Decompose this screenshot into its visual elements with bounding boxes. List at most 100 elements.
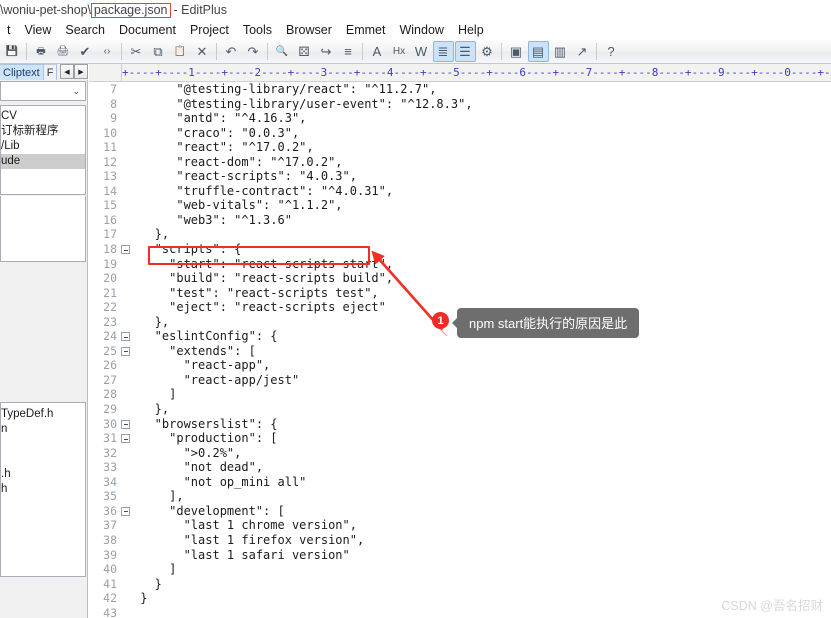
external-browser-icon[interactable]: ↗ <box>572 41 593 62</box>
code-line[interactable]: "test": "react-scripts test", <box>131 286 831 301</box>
tab-scroll-right-icon[interactable]: ▶ <box>74 64 88 79</box>
menu-item-window[interactable]: Window <box>392 22 450 39</box>
code-line[interactable]: }, <box>131 402 831 417</box>
code-line[interactable]: "browserslist": { <box>131 417 831 432</box>
gutter-line: 7 <box>89 82 131 97</box>
fold-toggle-icon[interactable] <box>121 346 130 356</box>
settings-gear-icon[interactable]: ⚙ <box>477 41 498 62</box>
toolbar-separator <box>26 43 27 60</box>
code-line[interactable]: "react-scripts": "4.0.3", <box>131 169 831 184</box>
menu-item-help[interactable]: Help <box>451 22 491 39</box>
gutter-line: 18 <box>89 242 131 257</box>
fold-toggle-icon[interactable] <box>121 506 130 516</box>
indent-icon[interactable]: ≣ <box>432 41 454 62</box>
code-line[interactable]: "react-app", <box>131 358 831 373</box>
list-item[interactable]: .h <box>1 467 85 482</box>
cut-scissors-icon[interactable]: ✂ <box>126 41 147 62</box>
fold-toggle-icon[interactable] <box>121 434 130 444</box>
code-line[interactable]: ], <box>131 489 831 504</box>
code-line[interactable]: "antd": "^4.16.3", <box>131 111 831 126</box>
line-number: 34 <box>103 474 117 489</box>
code-line[interactable]: "craco": "0.0.3", <box>131 126 831 141</box>
code-line[interactable]: "@testing-library/user-event": "^12.8.3"… <box>131 97 831 112</box>
add-bookmark-icon[interactable]: ≡ <box>338 41 359 62</box>
fold-toggle-icon[interactable] <box>121 245 130 255</box>
print-icon[interactable]: 🖨 <box>53 41 74 62</box>
cliptext-list[interactable]: CV 订标新程序/Lib ude <box>0 105 86 195</box>
code-line[interactable]: "build": "react-scripts build", <box>131 271 831 286</box>
list-item[interactable] <box>1 452 85 467</box>
list-item[interactable]: 订标新程序 <box>1 124 85 139</box>
menu-item-edit[interactable]: t <box>0 22 17 39</box>
code-line[interactable]: "extends": [ <box>131 344 831 359</box>
code-line[interactable]: "production": [ <box>131 431 831 446</box>
redo-icon[interactable]: ↷ <box>243 41 264 62</box>
menu-item-search[interactable]: Search <box>58 22 112 39</box>
code-line[interactable]: "last 1 chrome version", <box>131 518 831 533</box>
cliptext-category-select[interactable]: ⌄ <box>0 81 86 101</box>
copy-icon[interactable]: ⧉ <box>148 41 169 62</box>
list-item[interactable]: h <box>1 482 85 497</box>
find-magnifier-icon[interactable]: 🔍 <box>272 41 293 62</box>
code-line[interactable]: ">0.2%", <box>131 446 831 461</box>
code-line[interactable]: "web3": "^1.3.6" <box>131 213 831 228</box>
delete-x-icon[interactable]: ✕ <box>192 41 213 62</box>
spellcheck-icon[interactable]: ✔ <box>75 41 96 62</box>
list-item[interactable]: /Lib <box>1 139 85 154</box>
list-item[interactable] <box>1 437 85 452</box>
code-line[interactable]: }, <box>131 227 831 242</box>
menu-item-emmet[interactable]: Emmet <box>339 22 393 39</box>
fold-toggle-icon[interactable] <box>121 419 130 429</box>
code-line[interactable]: "react-app/jest" <box>131 373 831 388</box>
uppercase-icon[interactable]: A <box>367 41 388 62</box>
menu-item-view[interactable]: View <box>17 22 58 39</box>
code-line[interactable]: "react": "^17.0.2", <box>131 140 831 155</box>
context-help-icon[interactable]: ? <box>601 41 622 62</box>
cliptext-lower-panel[interactable]: TypeDef.h n .h h <box>0 402 86 577</box>
goto-line-icon[interactable]: ↪ <box>316 41 337 62</box>
code-line[interactable]: "web-vitals": "^1.1.2", <box>131 198 831 213</box>
menu-item-tools[interactable]: Tools <box>236 22 279 39</box>
code-line[interactable]: } <box>131 577 831 592</box>
menu-item-project[interactable]: Project <box>183 22 236 39</box>
code-editor[interactable]: 7 8 9 10 11 12 13 14 15 16 17 18 19 20 21 22 23 24 25 26 27 2… <box>89 82 831 618</box>
hex-icon[interactable]: Hx <box>389 41 410 62</box>
list-item[interactable]: TypeDef.h <box>1 407 85 422</box>
code-line[interactable]: "development": [ <box>131 504 831 519</box>
sidebar-tab-files[interactable]: F <box>43 64 58 80</box>
code-line[interactable]: "not op_mini all" <box>131 475 831 490</box>
code-line[interactable]: "last 1 safari version" <box>131 548 831 563</box>
code-line[interactable]: "@testing-library/react": "^11.2.7", <box>131 82 831 97</box>
toggle-left-panel-icon[interactable]: ▣ <box>506 41 527 62</box>
sidebar-tab-cliptext[interactable]: Cliptext <box>0 64 44 80</box>
undo-icon[interactable]: ↶ <box>221 41 242 62</box>
word-wrap-icon[interactable]: W <box>411 41 432 62</box>
line-number: 16 <box>103 212 117 227</box>
save-icon[interactable]: 💾 <box>2 41 23 62</box>
list-item[interactable]: ude <box>1 154 85 169</box>
code-text-area[interactable]: "@testing-library/react": "^11.2.7", "@t… <box>131 82 831 618</box>
code-line[interactable]: ] <box>131 387 831 402</box>
replace-icon[interactable]: ⚄ <box>294 41 315 62</box>
fold-toggle-icon[interactable] <box>121 332 130 342</box>
cliptext-list-overflow[interactable] <box>0 196 86 262</box>
list-item[interactable]: n <box>1 422 85 437</box>
menu-item-document[interactable]: Document <box>112 22 183 39</box>
code-line[interactable]: "react-dom": "^17.0.2", <box>131 155 831 170</box>
paste-clipboard-icon[interactable]: 📋 <box>170 41 191 62</box>
line-numbers-icon[interactable]: ☰ <box>454 41 476 62</box>
line-number-gutter[interactable]: 7 8 9 10 11 12 13 14 15 16 17 18 19 20 21 22 23 24 25 26 27 2… <box>89 82 131 618</box>
toggle-output-panel-icon[interactable]: ▤ <box>527 41 549 62</box>
tab-scroll-left-icon[interactable]: ◀ <box>60 64 74 79</box>
code-line[interactable]: "scripts": { <box>131 242 831 257</box>
code-line[interactable]: "start": "react-scripts start", <box>131 257 831 272</box>
code-line[interactable]: "truffle-contract": "^4.0.31", <box>131 184 831 199</box>
code-line[interactable]: ] <box>131 562 831 577</box>
code-tag-icon[interactable]: ‹› <box>97 41 118 62</box>
list-item[interactable]: CV <box>1 109 85 124</box>
preview-browser-icon[interactable]: ▥ <box>550 41 571 62</box>
menu-item-browser[interactable]: Browser <box>279 22 339 39</box>
code-line[interactable]: "last 1 firefox version", <box>131 533 831 548</box>
print-preview-icon[interactable]: 🖶 <box>31 41 52 62</box>
code-line[interactable]: "not dead", <box>131 460 831 475</box>
